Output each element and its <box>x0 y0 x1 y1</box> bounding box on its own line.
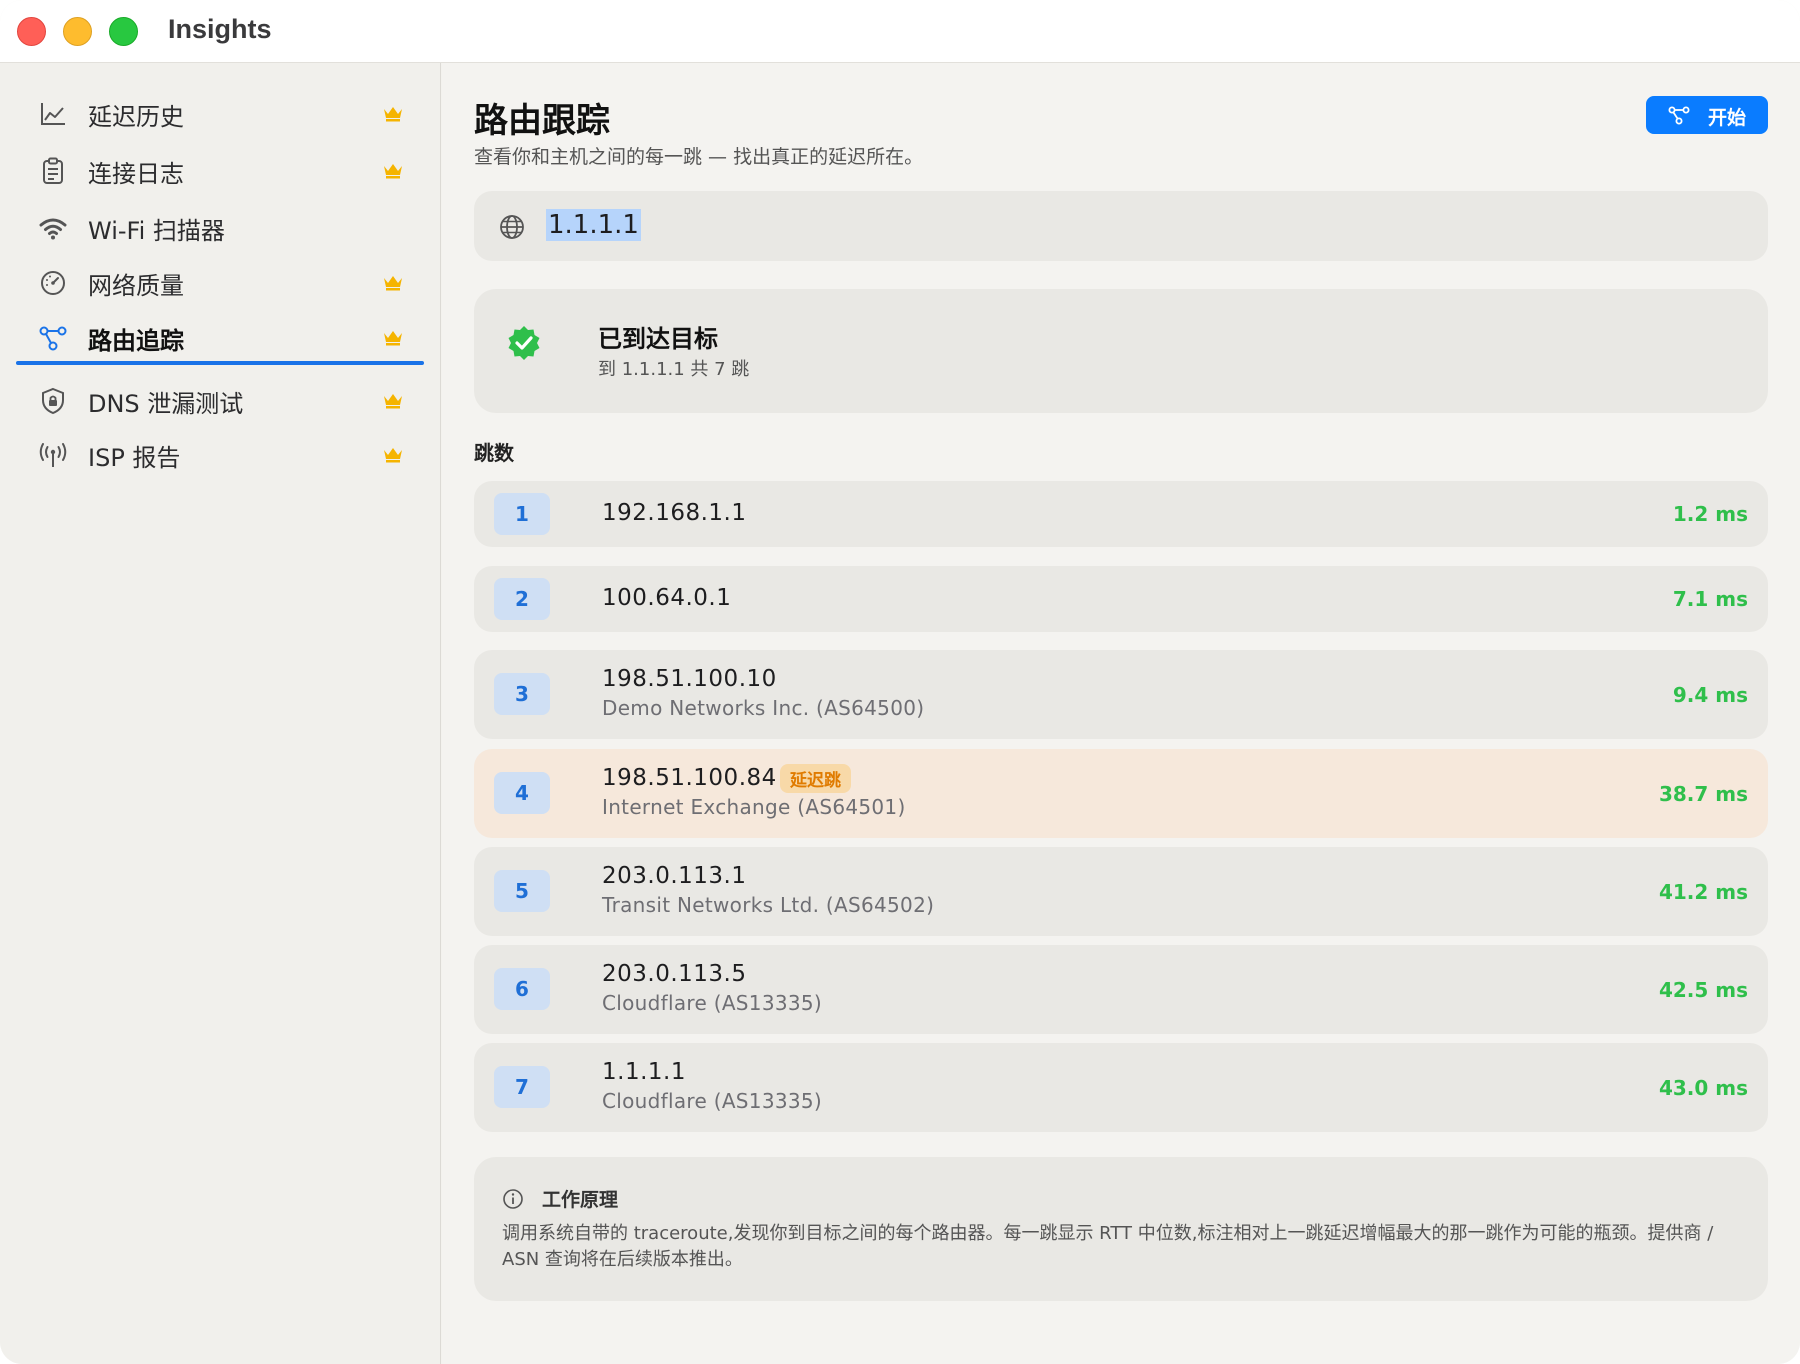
hop-number: 2 <box>494 578 550 620</box>
hop-rtt: 43.0 ms <box>1658 1076 1748 1100</box>
hop-number: 1 <box>494 493 550 535</box>
crown-icon <box>384 394 402 409</box>
hop-rtt: 1.2 ms <box>1672 502 1748 526</box>
title-bar: Insights <box>0 0 1800 63</box>
crown-icon <box>384 164 402 179</box>
start-button[interactable]: 开始 <box>1646 96 1768 134</box>
target-host-value[interactable]: 1.1.1.1 <box>546 209 641 241</box>
zoom-window-button[interactable] <box>109 17 138 46</box>
sidebar-item-connection-log[interactable]: 连接日志 <box>16 142 424 200</box>
sidebar-item-isp-report[interactable]: ISP 报告 <box>16 426 424 484</box>
crown-icon <box>384 107 402 122</box>
sidebar-item-label: 网络质量 <box>88 272 184 300</box>
hop-asn: Cloudflare (AS13335) <box>602 991 823 1015</box>
status-detail: 到 1.1.1.1 共 7 跳 <box>598 359 750 380</box>
hop-asn: Internet Exchange (AS64501) <box>602 795 906 819</box>
hop-ip: 203.0.113.1 <box>602 863 747 889</box>
bottleneck-badge: 延迟跳 <box>780 764 851 793</box>
sidebar-item-label: ISP 报告 <box>88 444 181 472</box>
shield-lock-icon <box>42 387 64 415</box>
hop-ip: 198.51.100.10 <box>602 666 777 692</box>
crown-icon <box>384 448 402 463</box>
minimize-window-button[interactable] <box>63 17 92 46</box>
close-window-button[interactable] <box>17 17 46 46</box>
hops-section-label: 跳数 <box>474 441 514 465</box>
clipboard-icon <box>43 157 63 184</box>
sidebar: 延迟历史 连接日志 Wi-Fi 扫描器 网络质量 路由追踪 DNS 泄漏测试 I… <box>0 63 441 1364</box>
hop-number: 4 <box>494 772 550 814</box>
route-icon <box>39 326 67 351</box>
hop-number: 7 <box>494 1066 550 1108</box>
info-title: 工作原理 <box>542 1189 619 1211</box>
hop-asn: Transit Networks Ltd. (AS64502) <box>602 893 935 917</box>
hop-ip: 100.64.0.1 <box>602 585 732 611</box>
hop-row[interactable]: 3 198.51.100.10 Demo Networks Inc. (AS64… <box>474 650 1768 739</box>
hop-ip: 1.1.1.1 <box>602 1059 686 1085</box>
hop-row[interactable]: 5 203.0.113.1 Transit Networks Ltd. (AS6… <box>474 847 1768 936</box>
hop-asn: Demo Networks Inc. (AS64500) <box>602 696 925 720</box>
sidebar-item-label: 延迟历史 <box>88 103 184 131</box>
sidebar-item-latency-history[interactable]: 延迟历史 <box>16 85 424 143</box>
info-icon <box>503 1189 523 1209</box>
verified-check-icon <box>508 326 540 360</box>
hop-rtt: 38.7 ms <box>1658 782 1748 806</box>
route-icon <box>1668 106 1690 125</box>
status-card: 已到达目标 到 1.1.1.1 共 7 跳 <box>474 289 1768 413</box>
page-title: 路由跟踪 <box>474 101 610 141</box>
antenna-icon <box>39 443 67 467</box>
sidebar-item-traceroute[interactable]: 路由追踪 <box>16 309 424 367</box>
start-button-label: 开始 <box>1708 107 1747 129</box>
hop-rtt: 41.2 ms <box>1658 880 1748 904</box>
sidebar-item-dns-leak-test[interactable]: DNS 泄漏测试 <box>16 372 424 430</box>
info-body: 调用系统自带的 traceroute,发现你到目标之间的每个路由器。每一跳显示 … <box>502 1223 1714 1270</box>
hop-row[interactable]: 2 100.64.0.1 7.1 ms <box>474 566 1768 632</box>
hop-row-flagged[interactable]: 4 198.51.100.84 延迟跳 Internet Exchange (A… <box>474 749 1768 838</box>
hop-ip: 198.51.100.84 <box>602 765 777 791</box>
gauge-icon <box>41 271 65 295</box>
active-indicator <box>16 361 424 365</box>
status-title: 已到达目标 <box>598 325 718 353</box>
crown-icon <box>384 276 402 291</box>
sidebar-item-network-quality[interactable]: 网络质量 <box>16 254 424 312</box>
hop-row[interactable]: 6 203.0.113.5 Cloudflare (AS13335) 42.5 … <box>474 945 1768 1034</box>
page-subtitle: 查看你和主机之间的每一跳 — 找出真正的延迟所在。 <box>474 146 924 168</box>
app-window: Insights 延迟历史 连接日志 Wi-Fi 扫描器 网络质量 路由追踪 D… <box>0 0 1800 1364</box>
hop-rtt: 42.5 ms <box>1658 978 1748 1002</box>
wifi-icon <box>39 218 67 240</box>
hop-ip: 203.0.113.5 <box>602 961 747 987</box>
app-title: Insights <box>168 14 272 44</box>
sidebar-item-label: DNS 泄漏测试 <box>88 390 244 418</box>
target-host-input[interactable]: 1.1.1.1 <box>474 191 1768 261</box>
hop-number: 6 <box>494 968 550 1010</box>
hop-number: 5 <box>494 870 550 912</box>
crown-icon <box>384 331 402 346</box>
hop-asn: Cloudflare (AS13335) <box>602 1089 823 1113</box>
hop-row[interactable]: 7 1.1.1.1 Cloudflare (AS13335) 43.0 ms <box>474 1043 1768 1132</box>
hop-rtt: 9.4 ms <box>1672 683 1748 707</box>
info-card: 工作原理 调用系统自带的 traceroute,发现你到目标之间的每个路由器。每… <box>474 1157 1768 1301</box>
sidebar-item-label: 连接日志 <box>88 160 184 188</box>
sidebar-item-label: 路由追踪 <box>88 327 184 355</box>
hop-ip: 192.168.1.1 <box>602 500 747 526</box>
hop-rtt: 7.1 ms <box>1672 587 1748 611</box>
chart-line-icon <box>41 103 65 125</box>
sidebar-item-label: Wi-Fi 扫描器 <box>88 217 225 245</box>
sidebar-item-wifi-scanner[interactable]: Wi-Fi 扫描器 <box>16 199 424 257</box>
hop-row[interactable]: 1 192.168.1.1 1.2 ms <box>474 481 1768 547</box>
main-panel: 路由跟踪 查看你和主机之间的每一跳 — 找出真正的延迟所在。 开始 1.1.1.… <box>442 63 1800 1364</box>
globe-icon <box>500 215 524 239</box>
hop-number: 3 <box>494 673 550 715</box>
